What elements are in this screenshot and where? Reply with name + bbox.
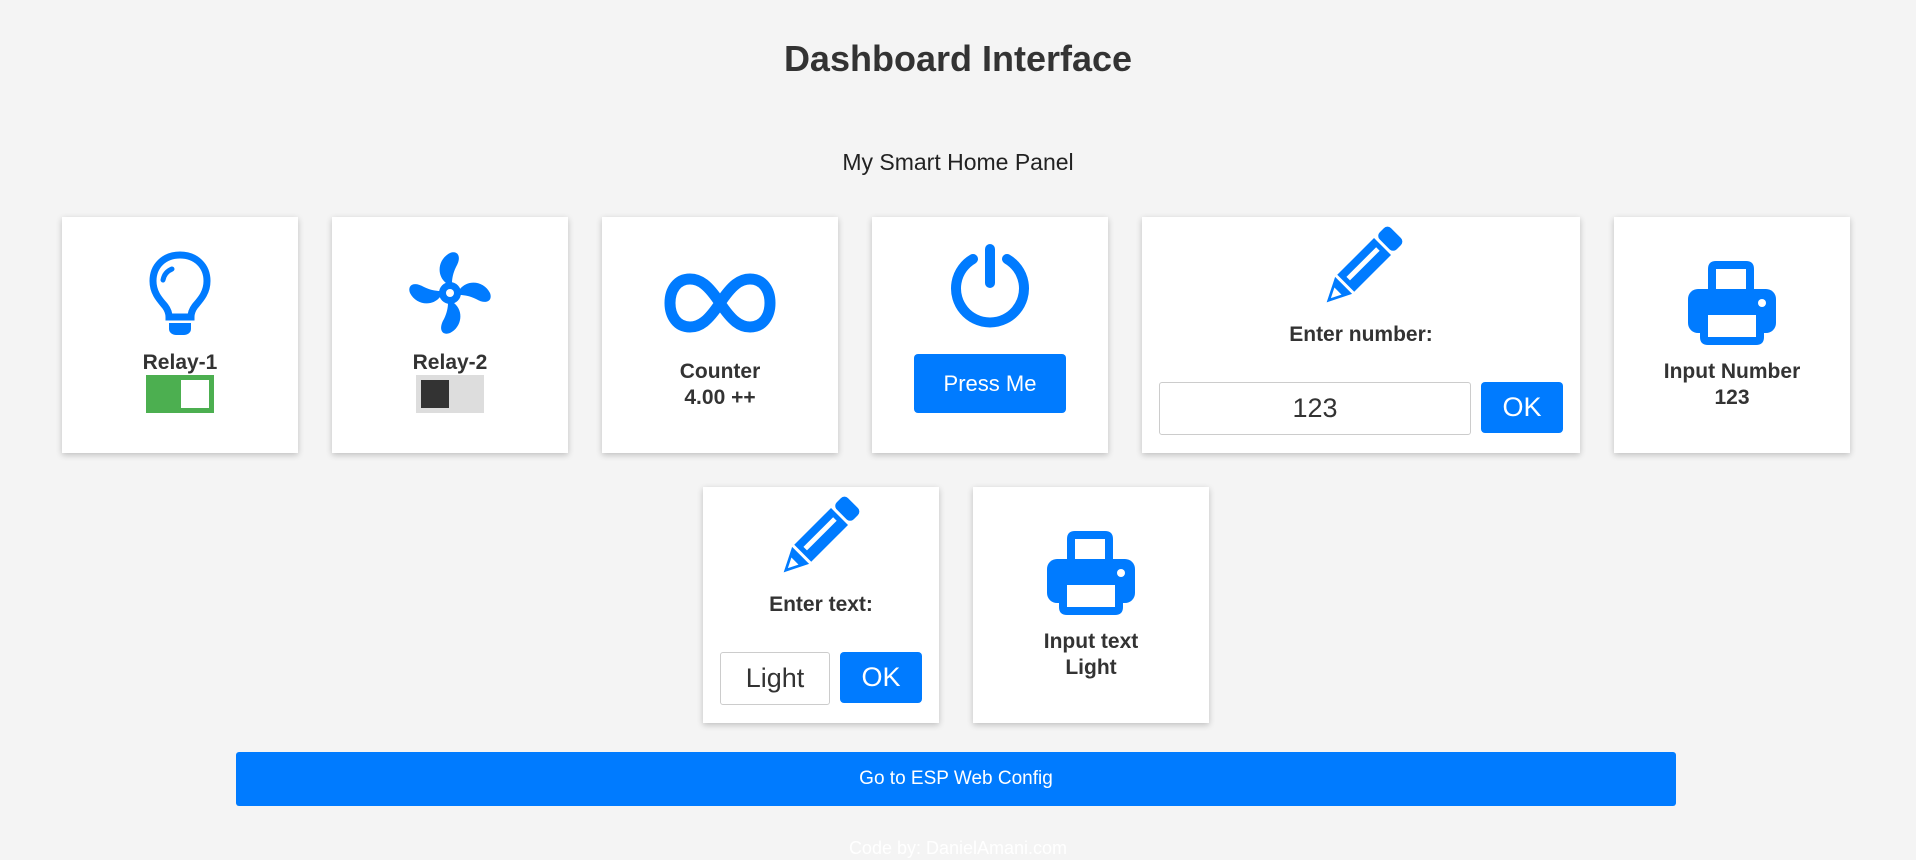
text-input[interactable]: Light xyxy=(720,652,830,705)
input-number-value: 123 xyxy=(1714,386,1750,409)
enter-number-label: Enter number: xyxy=(1289,323,1433,346)
fan-icon xyxy=(406,249,494,337)
text-ok-button[interactable]: OK xyxy=(840,652,922,703)
printer-icon xyxy=(1047,529,1135,617)
enter-text-card: Enter text: Light OK xyxy=(703,487,939,723)
relay-1-toggle[interactable] xyxy=(146,375,214,413)
input-text-value: Light xyxy=(1065,656,1117,679)
toggle-knob xyxy=(421,380,449,408)
relay-2-label: Relay-2 xyxy=(412,351,488,374)
toggle-knob xyxy=(181,380,209,408)
power-icon xyxy=(946,243,1034,331)
counter-value: 4.00 ++ xyxy=(684,386,756,409)
relay-1-card: Relay-1 xyxy=(62,217,298,453)
pencil-icon xyxy=(773,491,865,583)
pencil-icon xyxy=(1316,221,1408,313)
page-title: Dashboard Interface xyxy=(783,38,1133,79)
counter-card: Counter 4.00 ++ xyxy=(602,217,838,453)
page-subtitle: My Smart Home Panel xyxy=(842,149,1074,175)
lightbulb-icon xyxy=(146,249,214,337)
counter-label: Counter xyxy=(679,360,761,383)
enter-number-card: Enter number: 123 OK xyxy=(1142,217,1580,453)
press-me-button[interactable]: Press Me xyxy=(914,354,1066,413)
infinity-icon xyxy=(664,273,776,333)
power-card: Press Me xyxy=(872,217,1108,453)
footer-credit[interactable]: Code by: DanielAmani.com xyxy=(0,838,1916,859)
printer-icon xyxy=(1688,259,1776,347)
number-ok-button[interactable]: OK xyxy=(1481,382,1563,433)
enter-text-label: Enter text: xyxy=(769,593,873,616)
relay-1-label: Relay-1 xyxy=(142,351,218,374)
relay-2-card: Relay-2 xyxy=(332,217,568,453)
esp-web-config-button[interactable]: Go to ESP Web Config xyxy=(236,752,1676,806)
number-input[interactable]: 123 xyxy=(1159,382,1471,435)
input-number-card: Input Number 123 xyxy=(1614,217,1850,453)
input-text-card: Input text Light xyxy=(973,487,1209,723)
input-text-label: Input text xyxy=(1043,630,1139,653)
input-number-label: Input Number xyxy=(1663,360,1801,383)
relay-2-toggle[interactable] xyxy=(416,375,484,413)
